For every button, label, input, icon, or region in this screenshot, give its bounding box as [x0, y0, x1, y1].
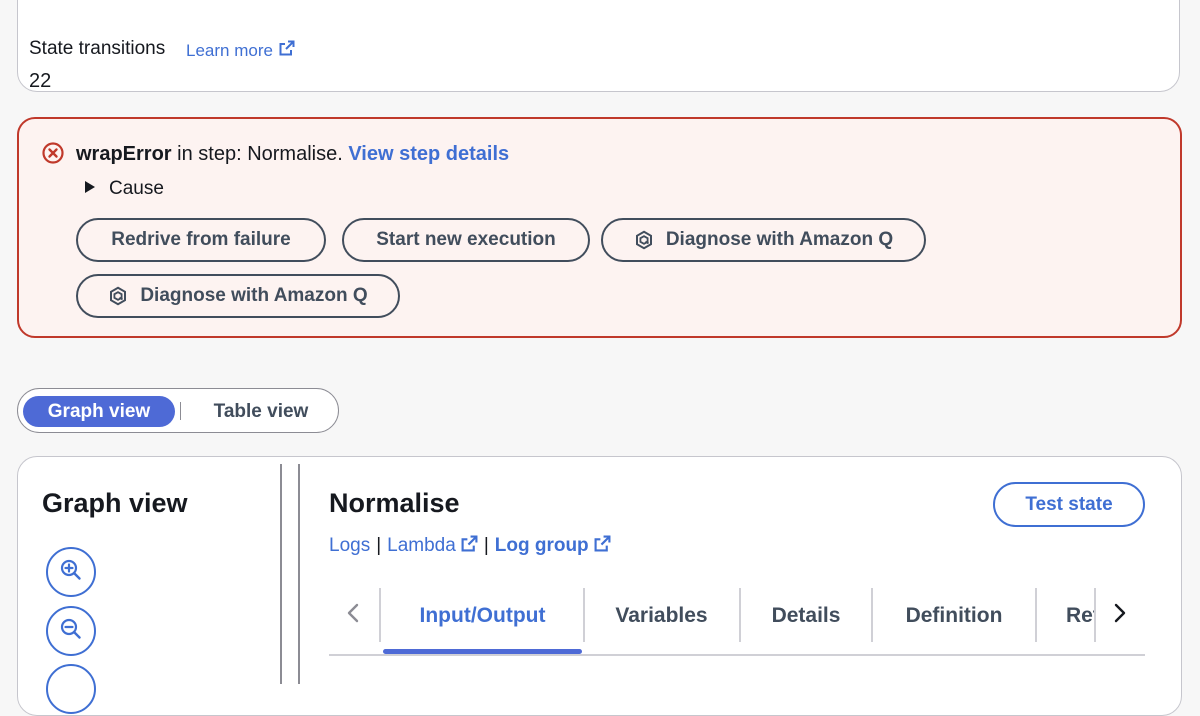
view-step-details-link[interactable]: View step details: [348, 143, 509, 165]
logs-link[interactable]: Logs: [329, 535, 370, 556]
table-view-toggle[interactable]: Table view: [192, 396, 330, 427]
lambda-link[interactable]: Lambda: [387, 535, 478, 556]
test-state-button[interactable]: Test state: [993, 482, 1145, 527]
zoom-out-button[interactable]: [46, 606, 96, 656]
chevron-right-icon: [1113, 602, 1127, 629]
redrive-label: Redrive from failure: [111, 229, 291, 250]
active-tab-indicator: [383, 649, 582, 654]
zoom-in-button[interactable]: [46, 547, 96, 597]
redrive-from-failure-button[interactable]: Redrive from failure: [76, 218, 326, 262]
zoom-in-icon: [59, 558, 83, 587]
diagnose-amazon-q-button[interactable]: Diagnose with Amazon Q: [601, 218, 926, 262]
start-new-label: Start new execution: [376, 229, 556, 250]
diagnose-label-secondary: Diagnose with Amazon Q: [140, 285, 368, 306]
tab-definition[interactable]: Definition: [873, 590, 1035, 642]
link-separator: |: [376, 535, 382, 556]
error-name: wrapError: [76, 143, 172, 165]
learn-more-link[interactable]: Learn more: [186, 40, 295, 61]
cause-label: Cause: [109, 178, 164, 199]
tab-truncated-clip: Retry: [1066, 590, 1094, 642]
diagnose-amazon-q-button-secondary[interactable]: Diagnose with Amazon Q: [76, 274, 400, 318]
zoom-out-icon: [59, 617, 83, 646]
error-icon: [42, 142, 64, 164]
tab-details[interactable]: Details: [741, 590, 871, 642]
external-link-icon: [594, 535, 611, 557]
tab-separator: [1035, 588, 1037, 642]
graph-panel-title: Graph view: [42, 488, 188, 518]
caret-right-icon: [85, 181, 95, 193]
link-separator: |: [483, 535, 489, 556]
start-new-execution-button[interactable]: Start new execution: [342, 218, 590, 262]
tabs-baseline: [329, 654, 1145, 656]
panel-divider-left: [280, 464, 282, 684]
learn-more-label: Learn more: [186, 41, 273, 60]
tab-truncated[interactable]: Retry: [1066, 590, 1094, 642]
diagnose-label: Diagnose with Amazon Q: [665, 229, 894, 250]
amazon-q-icon: [634, 230, 654, 250]
selected-state-title: Normalise: [329, 488, 460, 518]
chevron-left-icon: [346, 602, 360, 629]
graph-view-toggle[interactable]: Graph view: [23, 396, 175, 427]
external-link-icon: [461, 535, 478, 557]
error-message-text: in step: Normalise.: [171, 143, 349, 165]
state-transitions-value: 22: [29, 70, 52, 92]
lambda-link-label: Lambda: [387, 535, 456, 556]
panel-divider-right[interactable]: [298, 464, 300, 684]
toggle-separator: [180, 402, 181, 420]
amazon-q-icon: [108, 286, 128, 306]
state-links: Logs | Lambda | Log group: [329, 535, 611, 558]
log-group-link[interactable]: Log group: [495, 535, 611, 556]
tabs-scroll-right-button[interactable]: [1108, 600, 1132, 630]
tab-input-output[interactable]: Input/Output: [383, 590, 582, 642]
tab-separator: [379, 588, 381, 642]
state-transitions-label: State transitions: [29, 38, 166, 59]
alert-message: wrapError in step: Normalise. View step …: [76, 143, 509, 166]
cause-expander[interactable]: Cause: [85, 178, 164, 200]
external-link-icon: [279, 40, 295, 60]
log-group-link-label: Log group: [494, 535, 589, 556]
fit-to-screen-button[interactable]: [46, 664, 96, 714]
tab-separator: [1094, 588, 1096, 642]
tabs-scroll-left-button[interactable]: [341, 600, 365, 630]
tab-variables[interactable]: Variables: [585, 590, 738, 642]
